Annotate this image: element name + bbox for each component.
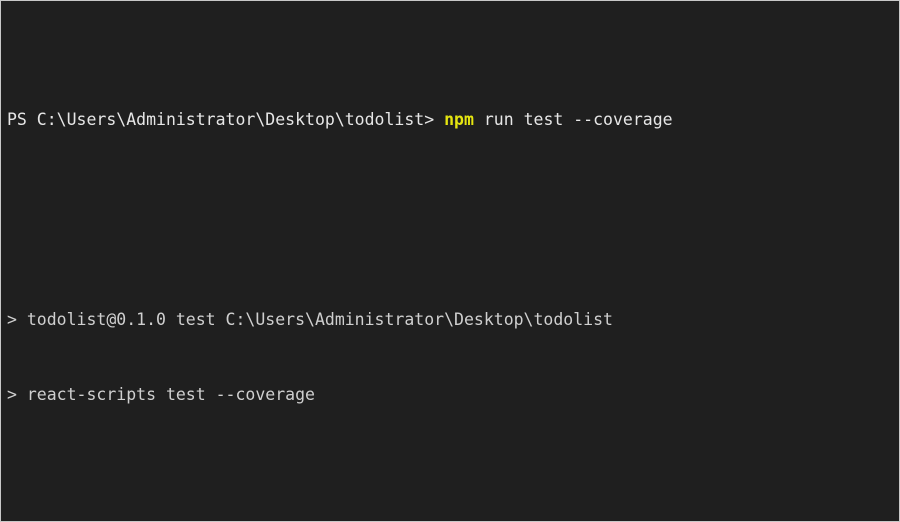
- script-output-line-2: > react-scripts test --coverage: [7, 385, 315, 404]
- script-output-line-1: > todolist@0.1.0 test C:\Users\Administr…: [7, 310, 613, 329]
- terminal-screen: PS C:\Users\Administrator\Desktop\todoli…: [7, 7, 899, 521]
- terminal-window: PS C:\Users\Administrator\Desktop\todoli…: [0, 0, 900, 522]
- prompt-command-rest: run test --coverage: [473, 110, 673, 129]
- prompt-prefix: PS C:\Users\Administrator\Desktop\todoli…: [7, 110, 435, 129]
- prompt-line: PS C:\Users\Administrator\Desktop\todoli…: [7, 107, 899, 132]
- prompt-command-highlight: npm: [444, 110, 474, 129]
